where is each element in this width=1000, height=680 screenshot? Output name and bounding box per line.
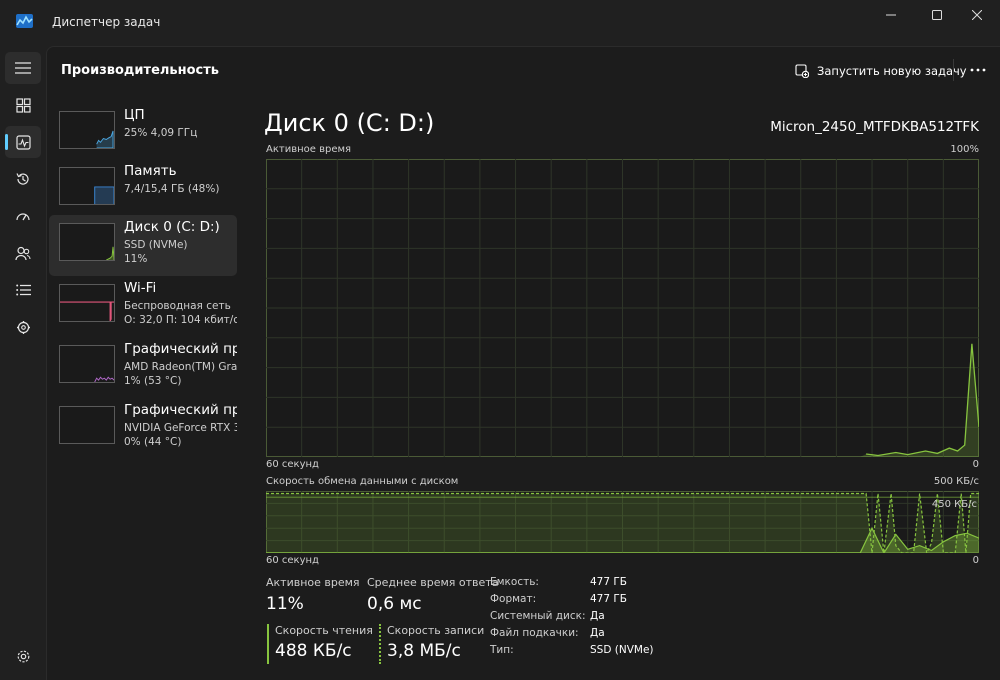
- services-puzzle-icon: [16, 320, 30, 334]
- active-time-label: Активное время: [266, 576, 360, 589]
- device-cpu[interactable]: ЦП 25% 4,09 ГГц: [49, 103, 237, 164]
- device-name: Wi-Fi: [124, 280, 157, 296]
- active-time-graph: [266, 159, 979, 457]
- gpu-amd-mini-graph: [59, 345, 115, 383]
- nav-settings[interactable]: [5, 640, 41, 672]
- device-info: Беспроводная сеть: [124, 300, 231, 312]
- transfer-rate-graph: [266, 491, 979, 553]
- device-gpu-nvidia[interactable]: Графический про NVIDIA GeForce RTX 305 0…: [49, 398, 237, 459]
- title-bar: Диспетчер задач: [0, 0, 1000, 46]
- capacity-value: 477 ГБ: [590, 576, 627, 588]
- startup-gauge-icon: [16, 213, 30, 221]
- device-usage: 11%: [124, 253, 148, 265]
- device-info: 7,4/15,4 ГБ (48%): [124, 183, 220, 195]
- content-surface: Производительность Запустить новую задач…: [46, 46, 1000, 680]
- nav-performance[interactable]: [5, 126, 41, 158]
- device-memory[interactable]: Память 7,4/15,4 ГБ (48%): [49, 159, 237, 220]
- device-name: Графический про: [124, 341, 237, 357]
- disk-title: Диск 0 (C: D:): [264, 109, 435, 137]
- hamburger-menu-button[interactable]: [5, 52, 41, 84]
- response-time-label: Среднее время ответа: [367, 576, 499, 589]
- write-speed-label: Скорость записи: [387, 624, 485, 637]
- run-new-task-label: Запустить новую задачу: [817, 64, 967, 78]
- run-new-task-button[interactable]: Запустить новую задачу: [795, 61, 967, 81]
- users-icon: [15, 246, 31, 260]
- pagefile-value: Да: [590, 627, 605, 639]
- memory-mini-graph: [59, 167, 115, 205]
- transfer-graph-left: 60 секунд: [266, 555, 319, 566]
- nav-users[interactable]: [5, 237, 41, 269]
- more-dots-icon: [970, 68, 986, 72]
- write-speed-indicator: [379, 624, 381, 664]
- device-info: SSD (NVMe): [124, 239, 188, 251]
- close-icon: [972, 10, 982, 20]
- read-speed-indicator: [267, 624, 269, 664]
- active-time-value: 11%: [266, 594, 304, 614]
- window-title: Диспетчер задач: [52, 15, 161, 29]
- more-options-button[interactable]: [965, 59, 991, 81]
- capacity-label: Емкость:: [490, 576, 539, 588]
- nav-app-history[interactable]: [5, 163, 41, 195]
- read-speed-value: 488 КБ/с: [275, 641, 352, 661]
- device-info: 25% 4,09 ГГц: [124, 127, 198, 139]
- device-name: ЦП: [124, 107, 145, 123]
- device-name: Память: [124, 163, 177, 179]
- settings-gear-icon: [17, 650, 29, 662]
- new-task-icon: [795, 64, 809, 78]
- device-info: AMD Radeon(TM) Graph: [124, 361, 237, 373]
- page-title: Производительность: [61, 63, 220, 78]
- page-header: Производительность Запустить новую задач…: [47, 47, 1000, 95]
- transfer-graph-right: 0: [972, 555, 979, 566]
- device-usage: 1% (53 °C): [124, 375, 182, 387]
- header-separator: [953, 59, 954, 81]
- wifi-mini-graph: [59, 284, 115, 322]
- pagefile-label: Файл подкачки:: [490, 627, 579, 639]
- processes-icon: [15, 97, 31, 113]
- transfer-graph-max: 500 КБ/с: [933, 476, 979, 487]
- device-name: Графический про: [124, 402, 237, 418]
- device-info: NVIDIA GeForce RTX 305: [124, 422, 237, 434]
- active-time-graph-max: 100%: [950, 144, 979, 155]
- transfer-graph-label: Скорость обмена данными с диском: [266, 476, 459, 487]
- device-disk-0[interactable]: Диск 0 (C: D:) SSD (NVMe) 11%: [49, 215, 237, 276]
- format-label: Формат:: [490, 593, 537, 605]
- device-gpu-amd[interactable]: Графический про AMD Radeon(TM) Graph 1% …: [49, 337, 237, 398]
- nav-details[interactable]: [5, 274, 41, 306]
- close-button[interactable]: [954, 0, 1000, 30]
- response-time-value: 0,6 мс: [367, 594, 422, 614]
- cpu-mini-graph: [59, 111, 115, 149]
- write-speed-value: 3,8 МБ/с: [387, 641, 461, 661]
- minimize-icon: [886, 14, 896, 16]
- device-wifi[interactable]: Wi-Fi Беспроводная сеть О: 32,0 П: 104 к…: [49, 276, 237, 337]
- gpu-nvidia-mini-graph: [59, 406, 115, 444]
- maximize-icon: [932, 10, 942, 20]
- disk-mini-graph: [59, 223, 115, 261]
- active-indicator: [5, 134, 8, 150]
- type-value: SSD (NVMe): [590, 644, 654, 656]
- system-disk-label: Системный диск:: [490, 610, 586, 622]
- hamburger-icon: [15, 62, 31, 74]
- disk-model: Micron_2450_MTFDKBA512TFK: [770, 119, 979, 135]
- history-icon: [16, 173, 29, 185]
- details-list-icon: [15, 284, 31, 296]
- device-name: Диск 0 (C: D:): [124, 219, 220, 235]
- nav-rail: [0, 46, 46, 680]
- type-label: Тип:: [490, 644, 514, 656]
- system-disk-value: Да: [590, 610, 605, 622]
- device-usage: 0% (44 °C): [124, 436, 182, 448]
- format-value: 477 ГБ: [590, 593, 627, 605]
- performance-icon: [15, 134, 31, 150]
- read-speed-label: Скорость чтения: [275, 624, 373, 637]
- nav-services[interactable]: [5, 311, 41, 343]
- active-time-graph-label: Активное время: [266, 144, 352, 155]
- transfer-graph-marker: 450 КБ/с: [931, 499, 977, 510]
- active-time-graph-left: 60 секунд: [266, 459, 319, 470]
- device-usage: О: 32,0 П: 104 кбит/с: [124, 314, 237, 326]
- nav-processes[interactable]: [5, 89, 41, 121]
- minimize-button[interactable]: [868, 0, 914, 30]
- task-manager-app-icon: [16, 14, 33, 28]
- nav-startup-apps[interactable]: [5, 200, 41, 232]
- active-time-graph-right: 0: [972, 459, 979, 470]
